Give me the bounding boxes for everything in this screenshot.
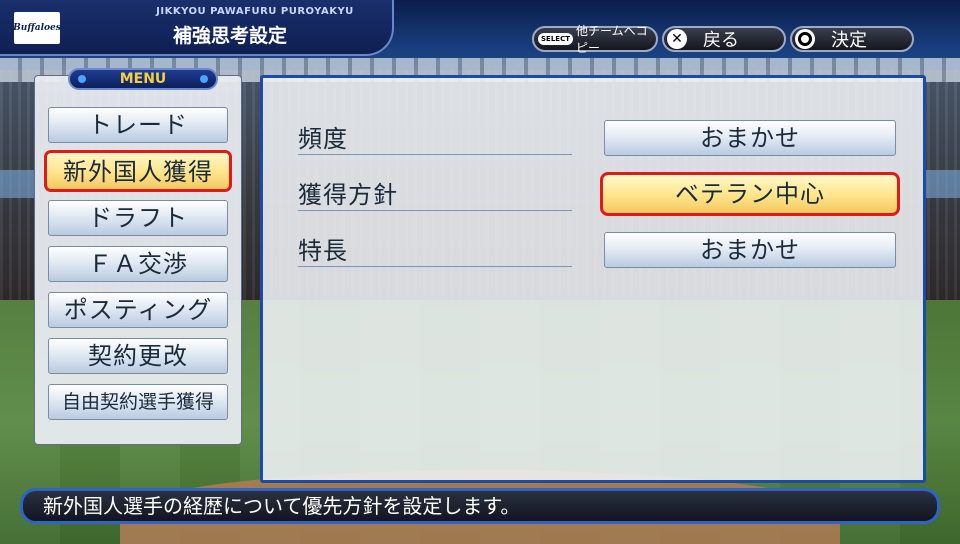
copy-to-other-team-button[interactable]: SELECT 他チームへコピー <box>532 24 658 55</box>
outfield-sign <box>0 170 34 198</box>
menu-item-draft[interactable]: ドラフト <box>48 200 228 236</box>
setting-label-frequency: 頻度 <box>298 124 572 155</box>
menu-item-trade[interactable]: トレード <box>48 107 228 143</box>
menu-item-new-foreign-player[interactable]: 新外国人獲得 <box>44 150 232 192</box>
setting-label-acquisition-policy: 獲得方針 <box>298 180 572 211</box>
game-subtitle: JIKKYOU PAWAFURU PUROYAKYU <box>156 6 354 17</box>
cross-button-icon: ✕ <box>667 29 687 49</box>
menu-header-dot-icon <box>78 75 86 83</box>
menu-item-free-agent-acquisition[interactable]: 自由契約選手獲得 <box>48 384 228 420</box>
menu-header: MENU <box>68 68 218 90</box>
setting-value-frequency[interactable]: おまかせ <box>604 120 896 156</box>
menu-header-dot-icon <box>200 75 208 83</box>
title-bar: Buffaloes JIKKYOU PAWAFURU PUROYAKYU 補強思… <box>0 0 394 56</box>
setting-value-specialty[interactable]: おまかせ <box>604 232 896 268</box>
menu-item-posting[interactable]: ポスティング <box>48 292 228 328</box>
back-button[interactable]: ✕ 戻る <box>662 26 786 52</box>
menu-item-contract-renewal[interactable]: 契約更改 <box>48 338 228 374</box>
circle-button-icon <box>795 29 815 49</box>
confirm-button[interactable]: 決定 <box>790 26 914 52</box>
setting-value-acquisition-policy[interactable]: ベテラン中心 <box>600 172 900 216</box>
confirm-button-label: 決定 <box>831 30 867 51</box>
outfield-sign <box>926 170 960 198</box>
copy-button-label: 他チームへコピー <box>575 24 648 55</box>
back-button-label: 戻る <box>703 30 739 51</box>
setting-label-specialty: 特長 <box>298 236 572 267</box>
help-description: 新外国人選手の経歴について優先方針を設定します。 <box>20 488 940 524</box>
page-title: 補強思考設定 <box>172 25 287 47</box>
menu-item-fa-negotiation[interactable]: ＦＡ交渉 <box>48 246 228 282</box>
select-key-icon: SELECT <box>538 33 573 45</box>
team-logo: Buffaloes <box>13 12 61 44</box>
